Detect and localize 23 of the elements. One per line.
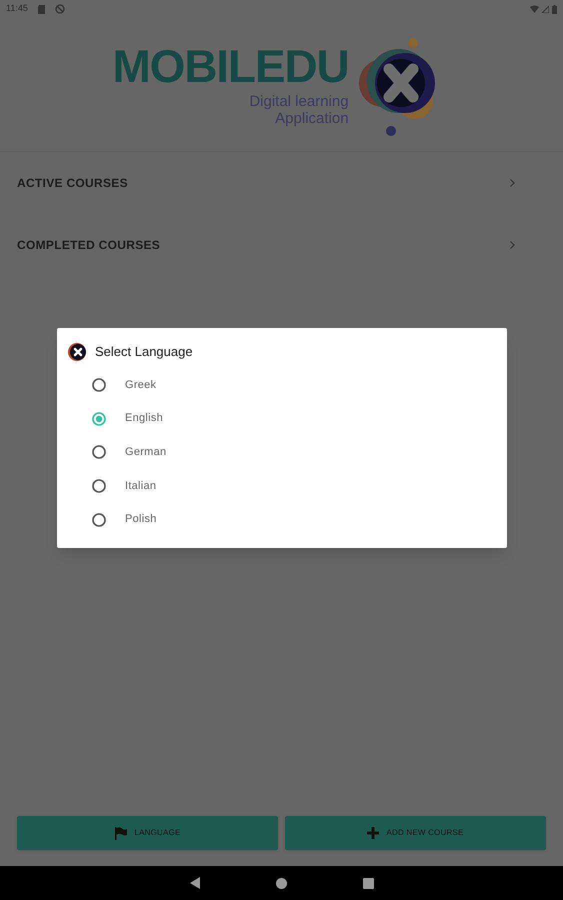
sd-card-icon: [38, 4, 45, 14]
back-icon[interactable]: [190, 877, 200, 889]
menu-item[interactable]: COMPLETED COURSES: [0, 214, 563, 276]
signal-icon: [542, 6, 549, 12]
status-time: 11:45: [6, 2, 28, 16]
logo-x-icon: [68, 342, 88, 362]
language-option[interactable]: Italian: [57, 469, 507, 503]
flag-icon: [114, 826, 128, 840]
blocked-icon: [54, 4, 65, 14]
recents-icon[interactable]: [362, 878, 374, 888]
language-option[interactable]: Polish: [57, 502, 507, 536]
chevron-right-icon: [510, 241, 515, 249]
plus-icon: [367, 827, 380, 839]
menu-item[interactable]: ACTIVE COURSES: [0, 152, 563, 214]
home-icon[interactable]: [276, 878, 286, 888]
logo-wordmark: MOBILEDU: [112, 42, 349, 88]
language-option[interactable]: Greek: [57, 368, 507, 402]
wifi-icon: [530, 5, 539, 13]
language-option[interactable]: English: [57, 402, 507, 436]
battery-icon: [552, 4, 557, 14]
dialog-title: Select Language: [95, 343, 193, 362]
language-option[interactable]: German: [57, 435, 507, 470]
chevron-right-icon: [510, 179, 515, 187]
